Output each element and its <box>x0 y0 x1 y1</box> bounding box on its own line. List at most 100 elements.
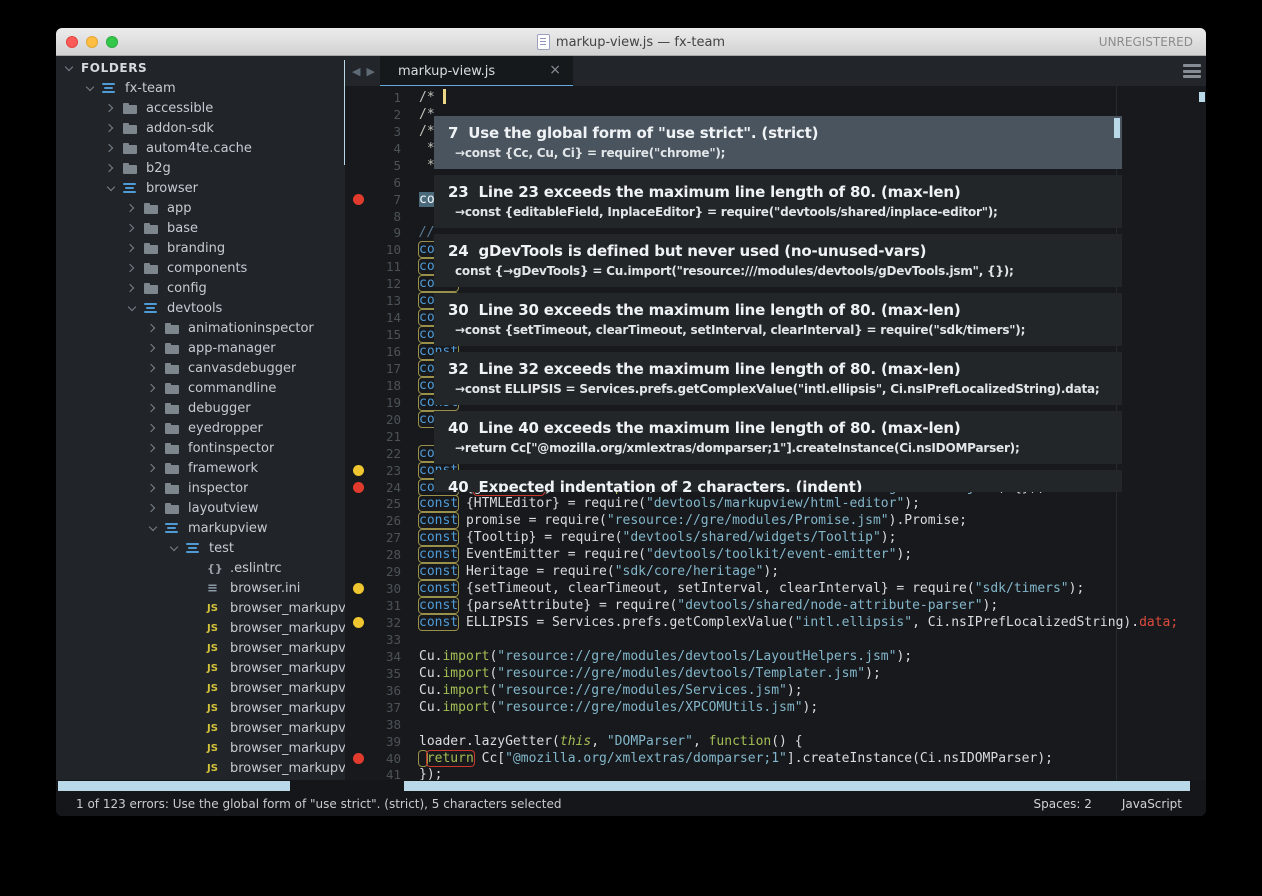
code-line-26[interactable]: 26const promise = require("resource://gr… <box>345 512 1206 529</box>
tree-item-markupview[interactable]: markupview <box>56 518 345 538</box>
tree-item-browser-markupview-anonym[interactable]: JSbrowser_markupview_anonym <box>56 618 345 638</box>
chevron-right-icon[interactable] <box>106 103 116 113</box>
tab-back-arrow-icon[interactable]: ◀ <box>352 65 360 78</box>
chevron-right-icon[interactable] <box>148 363 158 373</box>
tree-item-layoutview[interactable]: layoutview <box>56 498 345 518</box>
chevron-right-icon[interactable] <box>127 223 137 233</box>
code-line-39[interactable]: 39loader.lazyGetter(this, "DOMParser", f… <box>345 733 1206 750</box>
code-line-35[interactable]: 35Cu.import("resource://gre/modules/devt… <box>345 665 1206 682</box>
code-line-31[interactable]: 31const {parseAttribute} = require("devt… <box>345 597 1206 614</box>
code-line-32[interactable]: 32const ELLIPSIS = Services.prefs.getCom… <box>345 614 1206 631</box>
tree-item-branding[interactable]: branding <box>56 238 345 258</box>
tree-item-browser-markupview-dragdro[interactable]: JSbrowser_markupview_dragdro <box>56 758 345 778</box>
indentation-setting[interactable]: Spaces: 2 <box>1034 797 1092 811</box>
folders-header[interactable]: FOLDERS <box>56 58 345 78</box>
code-line-40[interactable]: 40 return Cc["@mozilla.org/xmlextras/dom… <box>345 750 1206 767</box>
tree-item-addon-sdk[interactable]: addon-sdk <box>56 118 345 138</box>
code-line-41[interactable]: 41}); <box>345 767 1206 781</box>
tree-item-test[interactable]: test <box>56 538 345 558</box>
tree-item-browser-markupview-copy-im[interactable]: JSbrowser_markupview_copy_im <box>56 678 345 698</box>
code-text: const Heritage = require("sdk/core/herit… <box>419 564 779 579</box>
chevron-right-icon[interactable] <box>106 143 116 153</box>
chevron-right-icon[interactable] <box>106 123 116 133</box>
code-line-36[interactable]: 36Cu.import("resource://gre/modules/Serv… <box>345 682 1206 699</box>
chevron-right-icon[interactable] <box>148 503 158 513</box>
overflow-menu-icon[interactable] <box>1183 64 1201 78</box>
tree-item-browser-markupview-dragdro[interactable]: JSbrowser_markupview_dragdro <box>56 718 345 738</box>
tab-forward-arrow-icon[interactable]: ▶ <box>366 65 374 78</box>
tree-item-browser-markupview-dragdro[interactable]: JSbrowser_markupview_dragdro <box>56 738 345 758</box>
tree-item-framework[interactable]: framework <box>56 458 345 478</box>
chevron-down-icon[interactable] <box>106 183 116 193</box>
editor-vertical-scrollbar[interactable] <box>1199 92 1205 102</box>
sidebar-horizontal-scrollbar[interactable] <box>58 781 290 791</box>
tree-item-commandline[interactable]: commandline <box>56 378 345 398</box>
popup-scrollbar[interactable] <box>1114 118 1120 138</box>
language-mode[interactable]: JavaScript <box>1122 797 1182 811</box>
tree-item-components[interactable]: components <box>56 258 345 278</box>
tree-item-base[interactable]: base <box>56 218 345 238</box>
chevron-right-icon[interactable] <box>148 463 158 473</box>
lint-result-line-40-5[interactable]: 40 Line 40 exceeds the maximum line leng… <box>434 411 1122 464</box>
tree-item-accessible[interactable]: accessible <box>56 98 345 118</box>
chevron-right-icon[interactable] <box>127 243 137 253</box>
tree-item-animationinspector[interactable]: animationinspector <box>56 318 345 338</box>
chevron-right-icon[interactable] <box>148 443 158 453</box>
code-line-25[interactable]: 25const {HTMLEditor} = require("devtools… <box>345 496 1206 513</box>
chevron-right-icon[interactable] <box>148 403 158 413</box>
tree-item-debugger[interactable]: debugger <box>56 398 345 418</box>
tree-item-browser[interactable]: browser <box>56 178 345 198</box>
tree-item-eyedropper[interactable]: eyedropper <box>56 418 345 438</box>
code-line-33[interactable]: 33 <box>345 631 1206 648</box>
chevron-right-icon[interactable] <box>148 323 158 333</box>
lint-result-line-32-4[interactable]: 32 Line 32 exceeds the maximum line leng… <box>434 352 1122 405</box>
chevron-down-icon[interactable] <box>169 543 179 553</box>
lint-result-line-30-3[interactable]: 30 Line 30 exceeds the maximum line leng… <box>434 293 1122 346</box>
chevron-right-icon[interactable] <box>148 383 158 393</box>
tree-item-eslintrc[interactable]: {}.eslintrc <box>56 558 345 578</box>
lint-result-line-40-6[interactable]: 40 Expected indentation of 2 characters.… <box>434 470 1122 492</box>
tree-item-fontinspector[interactable]: fontinspector <box>56 438 345 458</box>
lint-result-line-24-2[interactable]: 24 gDevTools is defined but never used (… <box>434 234 1122 287</box>
code-text: Cu.import("resource://gre/modules/Servic… <box>419 683 803 698</box>
code-text: * <box>419 141 435 156</box>
code-line-27[interactable]: 27const {Tooltip} = require("devtools/sh… <box>345 529 1206 546</box>
lint-result-line-23-1[interactable]: 23 Line 23 exceeds the maximum line leng… <box>434 175 1122 228</box>
tree-item-browser-markupview-anonym[interactable]: JSbrowser_markupview_anonym <box>56 658 345 678</box>
tab-markup-view[interactable]: markup-view.js × <box>380 56 573 86</box>
tree-item-app-manager[interactable]: app-manager <box>56 338 345 358</box>
code-line-29[interactable]: 29const Heritage = require("sdk/core/her… <box>345 563 1206 580</box>
tree-item-browser-markupview-anonym[interactable]: JSbrowser_markupview_anonym <box>56 598 345 618</box>
tree-item-autom4te-cache[interactable]: autom4te.cache <box>56 138 345 158</box>
code-line-28[interactable]: 28const EventEmitter = require("devtools… <box>345 546 1206 563</box>
chevron-down-icon[interactable] <box>127 303 137 313</box>
tab-close-icon[interactable]: × <box>549 62 561 78</box>
code-line-38[interactable]: 38 <box>345 716 1206 733</box>
chevron-down-icon[interactable] <box>148 523 158 533</box>
tree-item-canvasdebugger[interactable]: canvasdebugger <box>56 358 345 378</box>
code-line-37[interactable]: 37Cu.import("resource://gre/modules/XPCO… <box>345 699 1206 716</box>
chevron-down-icon[interactable] <box>64 63 74 73</box>
chevron-right-icon[interactable] <box>148 343 158 353</box>
tree-item-browser-markupview-css-com[interactable]: JSbrowser_markupview_css_com <box>56 698 345 718</box>
tree-item-fx-team[interactable]: fx-team <box>56 78 345 98</box>
chevron-right-icon[interactable] <box>148 423 158 433</box>
editor-horizontal-scrollbar[interactable] <box>404 781 1190 791</box>
chevron-right-icon[interactable] <box>127 263 137 273</box>
tree-item-inspector[interactable]: inspector <box>56 478 345 498</box>
chevron-right-icon[interactable] <box>148 483 158 493</box>
lint-result-line-7-0[interactable]: 7 Use the global form of "use strict". (… <box>434 116 1122 169</box>
chevron-right-icon[interactable] <box>127 203 137 213</box>
tree-item-config[interactable]: config <box>56 278 345 298</box>
chevron-right-icon[interactable] <box>106 163 116 173</box>
code-line-1[interactable]: 1/* <box>345 89 1206 106</box>
chevron-down-icon[interactable] <box>85 83 95 93</box>
tree-item-app[interactable]: app <box>56 198 345 218</box>
tree-item-browser-markupview-anonym[interactable]: JSbrowser_markupview_anonym <box>56 638 345 658</box>
tree-item-browser-ini[interactable]: ≡browser.ini <box>56 578 345 598</box>
tree-item-b2g[interactable]: b2g <box>56 158 345 178</box>
chevron-right-icon[interactable] <box>127 283 137 293</box>
code-line-34[interactable]: 34Cu.import("resource://gre/modules/devt… <box>345 648 1206 665</box>
tree-item-devtools[interactable]: devtools <box>56 298 345 318</box>
code-line-30[interactable]: 30const {setTimeout, clearTimeout, setIn… <box>345 580 1206 597</box>
